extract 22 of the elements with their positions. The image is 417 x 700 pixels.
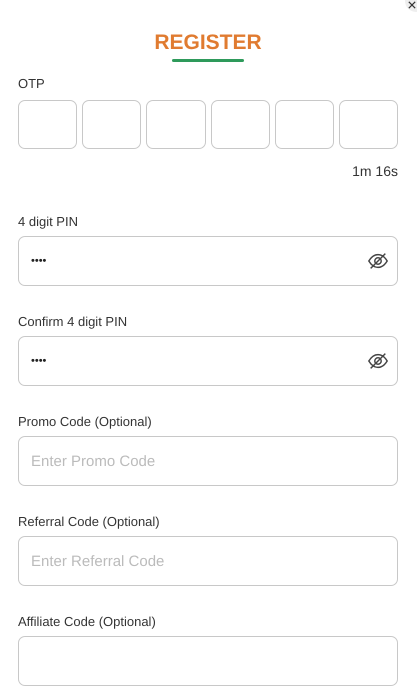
code-field[interactable]: Enter Promo Code (18, 436, 398, 486)
title-underline (172, 59, 244, 62)
code-field[interactable]: Enter Referral Code (18, 536, 398, 586)
otp-digit-field[interactable] (274, 100, 334, 149)
otp-digit-field[interactable] (210, 100, 270, 149)
pin-field[interactable]: •••• (18, 236, 398, 286)
eye-off-icon[interactable] (367, 250, 389, 272)
countdown-timer: 1m 16s (352, 163, 398, 179)
otp-digit-field[interactable] (82, 100, 142, 149)
field-label: Affiliate Code (Optional) (18, 614, 157, 630)
otp-digit-field[interactable] (338, 100, 398, 149)
field-label: Referral Code (Optional) (18, 514, 161, 530)
code-field[interactable] (18, 636, 398, 686)
field-label: OTP (18, 76, 46, 92)
field-label: 4 digit PIN (18, 214, 79, 230)
field-label: Promo Code (Optional) (18, 414, 153, 430)
pin-field[interactable]: •••• (18, 336, 398, 386)
otp-digit-field[interactable] (146, 100, 206, 149)
field-label: Confirm 4 digit PIN (18, 314, 128, 330)
form-title: REGISTER (154, 30, 262, 56)
eye-off-icon[interactable] (367, 350, 389, 372)
otp-digit-field[interactable] (18, 100, 78, 149)
